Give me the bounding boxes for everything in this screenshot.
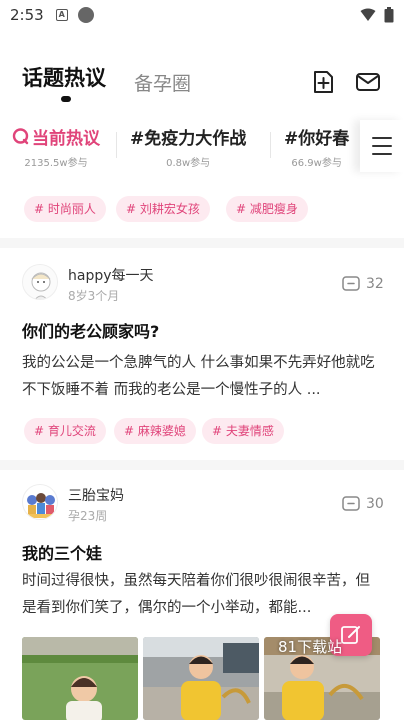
- status-bar: 2:53 A: [0, 0, 404, 30]
- tag-chip[interactable]: # 刘耕宏女孩: [116, 196, 210, 222]
- topic-menu-button[interactable]: [360, 120, 404, 172]
- section-divider: [0, 460, 404, 470]
- topic-strip: 当前热议 2135.5w参与 #免疫力大作战 0.8w参与 #你好春 66.9w…: [0, 118, 404, 180]
- avatar[interactable]: [22, 484, 58, 520]
- tab-pregnancy-prep[interactable]: 备孕圈: [134, 69, 191, 96]
- chat-bubble-icon: [12, 128, 29, 145]
- topic-title: 当前热议: [32, 129, 100, 149]
- tab-topic-discussion[interactable]: 话题热议: [22, 62, 106, 92]
- status-time: 2:53: [10, 6, 44, 24]
- avatar[interactable]: [22, 264, 58, 300]
- post-author-meta: 8岁3个月: [68, 289, 120, 303]
- topic-participants: 66.9w参与: [291, 158, 342, 169]
- tab-active-indicator: [61, 96, 71, 102]
- post-title[interactable]: 你们的老公顾家吗?: [22, 318, 159, 342]
- post-body[interactable]: 时间过得很快，虽然每天陪着你们很吵很闹很辛苦，但是看到你们笑了，偶尔的一个小举动…: [22, 568, 382, 622]
- topic-item-spring[interactable]: #你好春 66.9w参与: [284, 124, 349, 169]
- watermark-text: 81下载站: [278, 638, 343, 656]
- topic-title: #你好春: [284, 129, 350, 149]
- battery-icon: [384, 7, 394, 23]
- comment-count-value: 30: [366, 496, 384, 512]
- topic-divider: [270, 132, 271, 158]
- edit-icon: [341, 626, 360, 644]
- notification-dot-icon: [77, 7, 94, 23]
- comment-count[interactable]: 30: [342, 496, 384, 512]
- topic-participants: 0.8w参与: [166, 158, 211, 169]
- comment-count[interactable]: 32: [342, 276, 384, 292]
- post-title[interactable]: 我的三个娃: [22, 540, 102, 564]
- tag-chip[interactable]: # 时尚丽人: [24, 196, 106, 222]
- chat-icon: [342, 276, 360, 291]
- add-post-icon[interactable]: [310, 68, 338, 96]
- menu-icon: [372, 137, 392, 155]
- section-divider: [0, 238, 404, 248]
- topic-item-immunity[interactable]: #免疫力大作战 0.8w参与: [130, 124, 246, 169]
- post-author-meta: 孕23周: [68, 509, 108, 523]
- comment-count-value: 32: [366, 276, 384, 292]
- mail-icon[interactable]: [354, 68, 382, 96]
- chat-icon: [342, 496, 360, 511]
- post-body[interactable]: 我的公公是一个急脾气的人 什么事如果不先弄好他就吃不下饭睡不着 而我的老公是一个…: [22, 350, 382, 404]
- topic-title: #免疫力大作战: [130, 129, 247, 149]
- post-author[interactable]: happy每一天: [68, 265, 154, 285]
- wifi-icon: [360, 8, 376, 21]
- tag-chip[interactable]: # 育儿交流: [24, 418, 106, 444]
- post-image[interactable]: [22, 637, 138, 720]
- topic-item-current[interactable]: 当前热议 2135.5w参与: [12, 124, 100, 169]
- post-author[interactable]: 三胎宝妈: [68, 485, 124, 505]
- topic-participants: 2135.5w参与: [24, 158, 88, 169]
- tag-chip[interactable]: # 夫妻情感: [202, 418, 284, 444]
- post-image[interactable]: [143, 637, 259, 720]
- notification-a-icon: A: [55, 9, 68, 21]
- topic-divider: [116, 132, 117, 158]
- header: 话题热议 备孕圈: [0, 52, 404, 108]
- tag-chip[interactable]: # 麻辣婆媳: [114, 418, 196, 444]
- tag-chip[interactable]: # 减肥瘦身: [226, 196, 308, 222]
